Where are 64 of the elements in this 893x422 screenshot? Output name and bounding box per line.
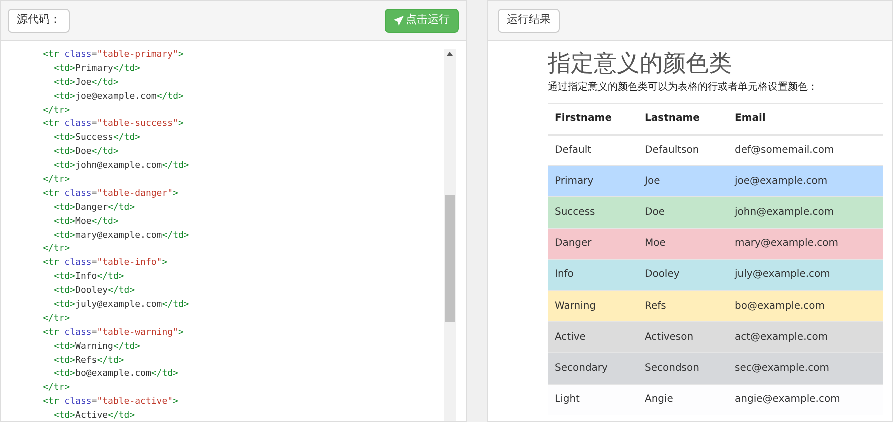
code-line: <td>Warning</td> — [52, 340, 142, 354]
table-cell: Success — [555, 206, 596, 218]
code-line: <td>Dooley</td> — [52, 285, 136, 298]
table-cell: Default — [555, 144, 592, 156]
code-line: <tr class="table-info"> — [43, 257, 169, 270]
code-line: <td>Refs</td> — [52, 354, 126, 368]
code-line: </tr> — [43, 174, 72, 188]
code-line: <tr class="table-primary"> — [43, 49, 185, 62]
code-line: <td>john@example.com</td> — [52, 160, 190, 174]
table-cell: Moe — [645, 238, 666, 250]
table-cell: Light — [555, 394, 580, 406]
code-line: </tr> — [43, 243, 72, 256]
column-header: Firstname — [555, 113, 612, 124]
table-cell: Primary — [555, 176, 594, 187]
table-cell: Secondary — [555, 362, 608, 374]
table-cell: Joe — [645, 176, 660, 187]
table-cell: def@somemail.com — [735, 144, 834, 156]
code-line: </tr> — [43, 104, 72, 118]
table-cell: angie@example.com — [735, 394, 840, 406]
code-line: <td>july@example.com</td> — [52, 299, 190, 312]
table-cell: Activeson — [645, 332, 694, 343]
code-line: <td>Danger</td> — [52, 202, 136, 215]
code-line: <td>mary@example.com</td> — [52, 230, 190, 243]
table-cell: Dooley — [645, 269, 680, 280]
code-line: <td>Info</td> — [52, 271, 126, 284]
table-cell: Active — [555, 332, 586, 343]
table-cell: Info — [555, 269, 574, 280]
code-line: <td>Joe</td> — [52, 76, 120, 90]
code-line: <td>Doe</td> — [52, 146, 120, 160]
code-line: <tr class="table-warning"> — [43, 326, 185, 340]
table-cell: sec@example.com — [735, 362, 830, 374]
column-header: Email — [735, 113, 766, 124]
scrollbar-thumb[interactable] — [445, 195, 455, 322]
table-cell: joe@example.com — [735, 176, 828, 187]
table-cell: Refs — [645, 300, 666, 312]
code-line: <td>Moe</td> — [52, 216, 120, 229]
code-line: <td>Primary</td> — [52, 62, 142, 76]
table-cell: Defaultson — [645, 144, 700, 156]
code-line: </tr> — [43, 382, 72, 396]
source-code-button[interactable]: 源代码： — [8, 8, 70, 32]
table-cell: july@example.com — [735, 269, 830, 280]
paper-plane-icon — [394, 16, 404, 26]
code-line: <td>joe@example.com</td> — [52, 90, 185, 104]
code-line: <tr class="table-success"> — [43, 118, 185, 132]
table-cell: Secondson — [645, 362, 700, 374]
scroll-up-icon[interactable] — [447, 52, 453, 56]
code-line: <tr class="table-active"> — [43, 396, 180, 410]
description: 通过指定意义的颜色类可以为表格的行或者单元格设置颜色： — [548, 80, 819, 95]
heading: 指定意义的颜色类 — [548, 50, 733, 79]
code-line: <tr class="table-danger"> — [43, 188, 180, 201]
table-cell: bo@example.com — [735, 300, 826, 312]
result-button[interactable]: 运行结果 — [498, 8, 560, 32]
table-cell: mary@example.com — [735, 238, 838, 250]
table-cell: Angie — [645, 394, 674, 406]
table-cell: Warning — [555, 300, 596, 312]
code-line: <td>Active</td> — [52, 410, 136, 421]
code-line: <td>bo@example.com</td> — [52, 368, 180, 382]
table-cell: Doe — [645, 206, 665, 218]
column-header: Lastname — [645, 113, 700, 124]
table-cell: act@example.com — [735, 332, 828, 343]
code-line: <td>Success</td> — [52, 132, 142, 146]
table-cell: john@example.com — [735, 206, 834, 218]
table-cell: Danger — [555, 238, 592, 250]
code-line: </tr> — [43, 312, 72, 326]
